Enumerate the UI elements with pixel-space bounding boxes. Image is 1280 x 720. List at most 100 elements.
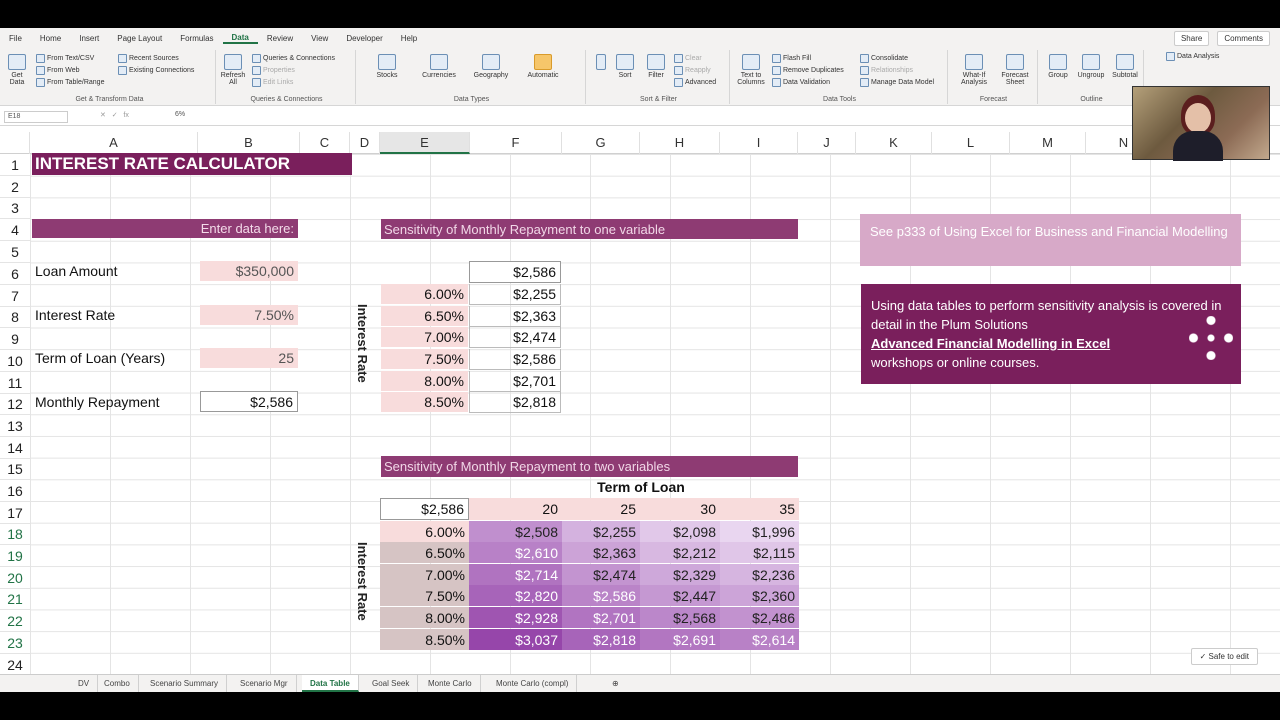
two-var-cell[interactable]: $2,236 [720,564,799,585]
ungroup-button[interactable]: Ungroup [1074,54,1108,79]
menu-formulas[interactable]: Formulas [171,34,222,43]
two-var-cell[interactable]: $2,714 [469,564,562,585]
advanced-button[interactable]: Advanced [674,78,716,87]
clear-button[interactable]: Clear [674,54,702,63]
tab-data-table[interactable]: Data Table [302,675,359,692]
row-header[interactable]: 7 [0,285,30,307]
two-var-cell[interactable]: $2,610 [469,542,562,563]
refresh-all-button[interactable]: Refresh All [218,54,248,86]
subtotal-button[interactable]: Subtotal [1108,54,1142,79]
promo-link[interactable]: Advanced Financial Modelling in Excel [871,336,1110,351]
two-var-cell[interactable]: $2,508 [469,521,562,542]
menu-home[interactable]: Home [31,34,70,43]
one-var-header[interactable]: Sensitivity of Monthly Repayment to one … [381,219,798,239]
two-var-cell[interactable]: $2,818 [562,629,640,650]
col-header-j[interactable]: J [798,132,856,154]
two-var-cell[interactable]: $2,568 [640,607,720,628]
term-label[interactable]: Term of Loan (Years) [32,348,198,368]
recent-sources-button[interactable]: Recent Sources [118,54,179,63]
row-header[interactable]: 17 [0,502,30,524]
two-var-cell[interactable]: $2,255 [562,521,640,542]
row-header[interactable]: 12 [0,394,30,415]
menu-review[interactable]: Review [258,34,302,43]
col-header-c[interactable]: C [300,132,350,154]
fx-icon[interactable]: ✕ ✓ fx [100,111,129,119]
row-header[interactable]: 19 [0,545,30,567]
two-var-cell[interactable]: $2,115 [720,542,799,563]
add-sheet-icon[interactable]: ⊕ [604,675,627,692]
row-header[interactable]: 4 [0,219,30,241]
one-var-result[interactable]: $2,255 [469,284,561,305]
row-header[interactable]: 10 [0,350,30,372]
tab-scenario-summary[interactable]: Scenario Summary [142,675,228,692]
two-var-term[interactable]: 20 [469,498,562,520]
remove-duplicates-button[interactable]: Remove Duplicates [772,66,844,75]
one-var-rate[interactable]: 8.50% [381,392,468,412]
row-header[interactable]: 11 [0,372,30,394]
two-var-cell[interactable]: $2,701 [562,607,640,628]
sort-az-button[interactable] [588,54,614,72]
manage-data-model-button[interactable]: Manage Data Model [860,78,934,87]
relationships-button[interactable]: Relationships [860,66,913,75]
two-var-cell[interactable]: $2,447 [640,585,720,606]
row-header[interactable]: 5 [0,241,30,263]
two-var-rate[interactable]: 7.00% [380,564,469,585]
geography-button[interactable]: Geography [472,54,510,79]
menu-page-layout[interactable]: Page Layout [108,34,171,43]
two-var-corner[interactable]: $2,586 [380,498,469,520]
col-header-m[interactable]: M [1010,132,1086,154]
row-header[interactable]: 21 [0,589,30,610]
col-header-g[interactable]: G [562,132,640,154]
edit-links-button[interactable]: Edit Links [252,78,293,87]
group-button[interactable]: Group [1042,54,1074,79]
enter-data-label[interactable]: Enter data here: [32,219,298,238]
one-var-rate[interactable]: 7.00% [381,327,468,347]
row-header[interactable]: 16 [0,480,30,502]
text-to-columns-button[interactable]: Text to Columns [734,54,768,86]
two-var-cell[interactable]: $2,212 [640,542,720,563]
monthly-repayment-label[interactable]: Monthly Repayment [32,392,198,412]
two-var-cell[interactable]: $2,474 [562,564,640,585]
row-header[interactable]: 6 [0,263,30,285]
forecast-sheet-button[interactable]: Forecast Sheet [996,54,1034,86]
existing-connections-button[interactable]: Existing Connections [118,66,194,75]
get-data-button[interactable]: Get Data [4,54,30,86]
formula-input[interactable]: 6% [175,111,185,118]
two-var-rate[interactable]: 8.50% [380,629,469,650]
calculator-title[interactable]: INTEREST RATE CALCULATOR [32,153,352,175]
data-analysis-button[interactable]: Data Analysis [1166,52,1219,61]
one-var-result[interactable]: $2,474 [469,327,561,348]
currencies-button[interactable]: Currencies [420,54,458,79]
two-var-cell[interactable]: $2,928 [469,607,562,628]
one-var-rate[interactable]: 6.50% [381,306,468,326]
two-var-cell[interactable]: $2,820 [469,585,562,606]
consolidate-button[interactable]: Consolidate [860,54,908,63]
two-var-cell[interactable]: $2,614 [720,629,799,650]
interest-rate-label[interactable]: Interest Rate [32,305,198,325]
col-header-b[interactable]: B [198,132,300,154]
col-header-h[interactable]: H [640,132,720,154]
col-header-i[interactable]: I [720,132,798,154]
two-var-rate[interactable]: 6.00% [380,521,469,542]
stocks-button[interactable]: Stocks [368,54,406,79]
name-box[interactable]: E18 [4,111,68,123]
tab-monte-carlo-compl[interactable]: Monte Carlo (compl) [488,675,578,692]
select-all-corner[interactable] [0,132,30,154]
row-header[interactable]: 14 [0,437,30,459]
one-var-result[interactable]: $2,818 [469,392,561,413]
two-var-cell[interactable]: $2,363 [562,542,640,563]
monthly-repayment-value[interactable]: $2,586 [200,391,298,412]
safe-to-edit-button[interactable]: ✓ Safe to edit [1190,648,1258,665]
menu-data[interactable]: Data [222,33,258,44]
row-header[interactable]: 9 [0,328,30,350]
row-header[interactable]: 22 [0,610,30,632]
tab-goal-seek[interactable]: Goal Seek [364,675,419,692]
two-var-cell[interactable]: $2,486 [720,607,799,628]
col-header-k[interactable]: K [856,132,932,154]
menu-view[interactable]: View [302,34,337,43]
from-web-button[interactable]: From Web [36,66,80,75]
col-header-l[interactable]: L [932,132,1010,154]
comments-button[interactable]: Comments [1217,31,1270,46]
from-table-button[interactable]: From Table/Range [36,78,104,87]
sort-button[interactable]: Sort [612,54,638,79]
